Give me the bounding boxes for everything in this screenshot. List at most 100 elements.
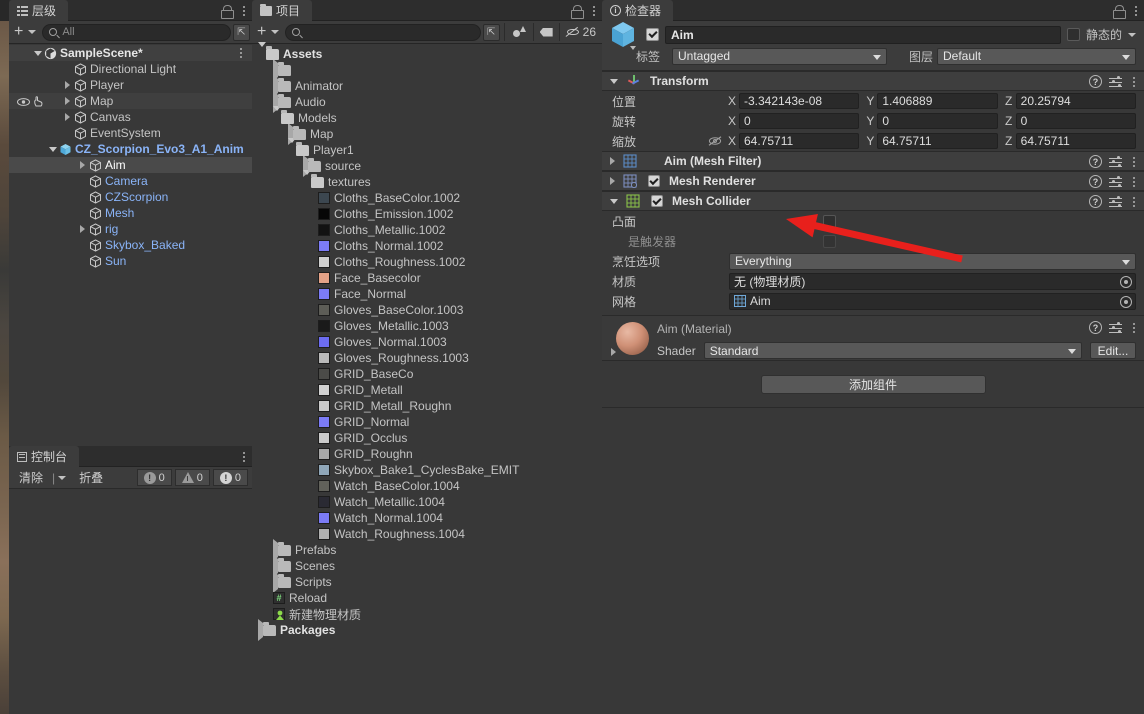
project-item-grid-baseco[interactable]: GRID_BaseCo xyxy=(252,366,602,382)
project-item-gloves-basecolor-1003[interactable]: Gloves_BaseColor.1003 xyxy=(252,302,602,318)
project-lock-icon[interactable] xyxy=(571,4,584,19)
project-foldout-4[interactable] xyxy=(273,106,281,125)
component-menu-icon[interactable] xyxy=(1129,156,1139,168)
project-item-assets[interactable]: Assets xyxy=(252,42,602,62)
shader-dropdown[interactable]: Standard xyxy=(703,342,1082,359)
transform-旋转-x-input[interactable]: 0 xyxy=(739,113,860,129)
console-message-list[interactable] xyxy=(9,489,252,711)
hierarchy-item-aim[interactable]: Aim xyxy=(9,157,252,173)
clear-dropdown-icon[interactable] xyxy=(58,475,67,480)
hierarchy-item-rig[interactable]: rig xyxy=(9,221,252,237)
project-menu-icon[interactable] xyxy=(589,5,599,17)
project-item-animator[interactable]: Animator xyxy=(252,75,602,97)
hidden-eye-icon[interactable]: 26 xyxy=(562,23,600,41)
warning-count[interactable]: 0 xyxy=(174,469,210,486)
hierarchy-tree[interactable]: SampleScene* Directional Light Player Map Ca… xyxy=(9,44,252,269)
visibility-eye-icon[interactable] xyxy=(17,96,30,106)
project-item-gloves-normal-1003[interactable]: Gloves_Normal.1003 xyxy=(252,334,602,350)
project-item-audio[interactable]: Audio xyxy=(252,91,602,113)
hierarchy-foldout-4[interactable] xyxy=(61,113,74,121)
transform-menu-icon[interactable] xyxy=(1129,76,1139,88)
hierarchy-item-camera[interactable]: Camera xyxy=(9,173,252,189)
project-item-scripts[interactable]: Scripts xyxy=(252,571,602,593)
hierarchy-item-skybox-baked[interactable]: Skybox_Baked xyxy=(9,237,252,253)
console-menu-icon[interactable] xyxy=(239,451,249,463)
log-count[interactable]: ! 0 xyxy=(136,469,172,486)
project-item-grid-metall[interactable]: GRID_Metall xyxy=(252,382,602,398)
project-item-models[interactable]: Models xyxy=(252,106,602,126)
mesh-object-picker-icon[interactable] xyxy=(1120,295,1132,308)
component-menu-icon[interactable] xyxy=(1129,176,1139,188)
project-item-watch-normal-1004[interactable]: Watch_Normal.1004 xyxy=(252,510,602,526)
transform-缩放-x-input[interactable]: 64.75711 xyxy=(739,133,860,149)
component-foldout-icon[interactable] xyxy=(610,177,615,185)
project-item-gloves-metallic-1003[interactable]: Gloves_Metallic.1003 xyxy=(252,318,602,334)
hierarchy-filter-button[interactable]: ⇱ xyxy=(233,23,250,41)
project-item-grid-metall-roughn[interactable]: GRID_Metall_Roughn xyxy=(252,398,602,414)
project-create-dropdown-icon[interactable] xyxy=(271,30,280,34)
preset-icon[interactable] xyxy=(1109,196,1122,208)
component-header-mesh-renderer[interactable]: Mesh Renderer? xyxy=(602,171,1144,191)
static-checkbox[interactable] xyxy=(1066,28,1080,41)
transform-foldout-icon[interactable] xyxy=(610,78,618,84)
static-dropdown-icon[interactable] xyxy=(1128,32,1136,37)
preset-icon[interactable] xyxy=(1109,176,1122,188)
tag-dropdown[interactable]: Untagged xyxy=(672,47,887,65)
project-item-map[interactable]: Map xyxy=(252,123,602,145)
hierarchy-item-canvas[interactable]: Canvas xyxy=(9,109,252,125)
project-item-reload[interactable]: # Reload xyxy=(252,590,602,606)
scene-menu-icon[interactable] xyxy=(236,47,246,59)
cooking-options-dropdown[interactable]: Everything xyxy=(729,252,1136,270)
hierarchy-foldout-0[interactable] xyxy=(31,50,44,56)
hierarchy-item-mesh[interactable]: Mesh xyxy=(9,205,252,221)
project-item-cloths-basecolor-1002[interactable]: Cloths_BaseColor.1002 xyxy=(252,190,602,206)
project-item-watch-basecolor-1004[interactable]: Watch_BaseColor.1004 xyxy=(252,478,602,494)
hierarchy-item-cz-scorpion-evo3-a1-anim[interactable]: CZ_Scorpion_Evo3_A1_Anim xyxy=(9,141,252,157)
scene-view-sliver[interactable] xyxy=(0,21,9,714)
project-create-button[interactable]: + xyxy=(254,24,269,40)
transform-旋转-y-input[interactable]: 0 xyxy=(877,113,998,129)
lock-icon[interactable] xyxy=(221,4,234,19)
project-foldout-6[interactable] xyxy=(288,138,296,157)
project-item-prefabs[interactable]: Prefabs xyxy=(252,539,602,561)
project-item-grid-occlus[interactable]: GRID_Occlus xyxy=(252,430,602,446)
project-item-grid-normal[interactable]: GRID_Normal xyxy=(252,414,602,430)
convex-checkbox[interactable] xyxy=(823,214,836,228)
shader-edit-button[interactable]: Edit... xyxy=(1090,342,1136,359)
hierarchy-item-czscorpion[interactable]: CZScorpion xyxy=(9,189,252,205)
material-foldout-icon[interactable] xyxy=(611,348,616,356)
material-help-icon[interactable]: ? xyxy=(1089,321,1102,334)
component-menu-icon[interactable] xyxy=(1129,196,1139,208)
constrain-proportions-off-icon[interactable] xyxy=(707,136,723,146)
transform-位置-y-input[interactable]: 1.406889 xyxy=(877,93,998,109)
object-name-input[interactable]: Aim xyxy=(665,25,1061,44)
preset-icon[interactable] xyxy=(1109,156,1122,168)
hierarchy-item-directional-light[interactable]: Directional Light xyxy=(9,61,252,77)
tag-icon[interactable] xyxy=(536,23,557,41)
clear-button[interactable]: 清除 xyxy=(13,469,49,486)
help-icon[interactable]: ? xyxy=(1089,155,1102,168)
transform-位置-x-input[interactable]: -3.342143e-08 xyxy=(739,93,860,109)
project-tree[interactable]: Assets Animator Audio Models Map Player1 sourc… xyxy=(252,42,602,641)
tab-console[interactable]: 控制台 xyxy=(9,446,80,467)
project-item-packages[interactable]: Packages xyxy=(252,619,602,641)
component-foldout-icon[interactable] xyxy=(610,198,618,204)
project-item-cloths-emission-1002[interactable]: Cloths_Emission.1002 xyxy=(252,206,602,222)
component-header-aim-mesh-filter-[interactable]: Aim (Mesh Filter)? xyxy=(602,151,1144,171)
component-foldout-icon[interactable] xyxy=(610,157,615,165)
component-enabled-checkbox[interactable] xyxy=(651,195,663,207)
project-search-input[interactable] xyxy=(285,23,481,41)
transform-component-header[interactable]: Transform ? xyxy=(602,71,1144,91)
tab-hierarchy[interactable]: 层级 xyxy=(9,0,69,21)
transform-位置-z-input[interactable]: 20.25794 xyxy=(1015,93,1136,109)
pick-hand-icon[interactable] xyxy=(33,95,44,107)
project-item-cloths-normal-1002[interactable]: Cloths_Normal.1002 xyxy=(252,238,602,254)
create-button[interactable]: + xyxy=(11,24,26,40)
help-icon[interactable]: ? xyxy=(1089,175,1102,188)
hierarchy-foldout-2[interactable] xyxy=(61,81,74,89)
hierarchy-item-eventsystem[interactable]: EventSystem xyxy=(9,125,252,141)
hierarchy-item-map[interactable]: Map xyxy=(9,93,252,109)
inspector-menu-icon[interactable] xyxy=(1131,5,1141,17)
mesh-field[interactable]: Aim xyxy=(729,292,1136,310)
help-icon[interactable]: ? xyxy=(1089,75,1102,88)
